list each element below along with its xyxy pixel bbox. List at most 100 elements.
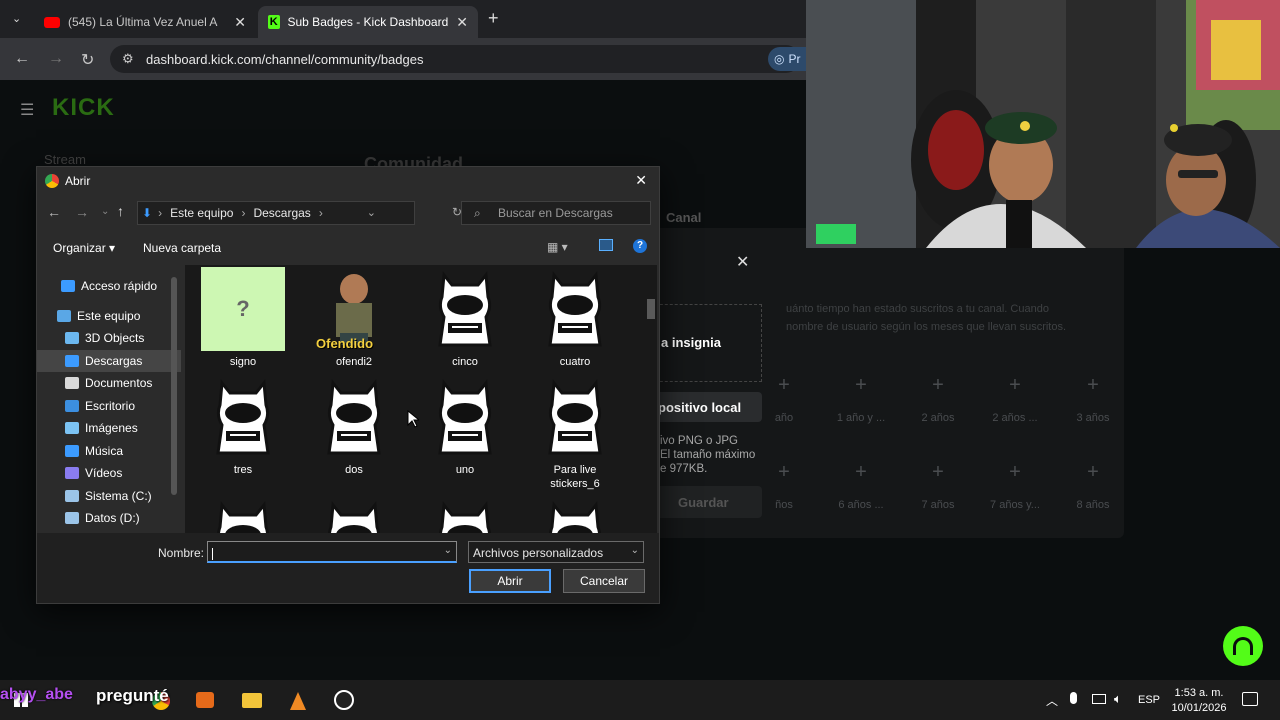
breadcrumb-este-equipo[interactable]: Este equipo <box>170 206 233 220</box>
tab-youtube[interactable]: (545) La Última Vez Anuel Aa Ft ✕ <box>34 6 256 38</box>
nav-item-label: Sistema (C:) <box>85 489 152 503</box>
forward-icon[interactable]: → <box>75 204 89 220</box>
microphone-icon[interactable] <box>1070 692 1077 704</box>
filename-field[interactable]: ⌄ <box>207 541 457 563</box>
file-scrollbar[interactable] <box>647 299 655 319</box>
close-modal-icon[interactable]: ✕ <box>736 252 749 272</box>
taskbar-fl-studio-icon[interactable] <box>290 692 306 710</box>
cancel-button[interactable]: Cancelar <box>563 569 645 593</box>
add-badge-icon[interactable]: + <box>985 461 1045 484</box>
nav-item[interactable]: Escritorio <box>37 395 181 417</box>
kick-logo[interactable]: KICK <box>52 94 115 122</box>
organize-button[interactable]: Organizar ▾ <box>53 241 115 255</box>
file-item[interactable]: tres <box>195 375 291 477</box>
nav-item[interactable]: Imágenes <box>37 417 181 439</box>
nav-item[interactable]: 3D Objects <box>37 327 181 349</box>
close-dialog-icon[interactable]: ✕ <box>635 172 647 189</box>
back-icon[interactable]: ← <box>14 50 30 68</box>
close-tab-icon[interactable]: ✕ <box>456 14 468 31</box>
badge-tier-label: 1 año y ... <box>836 412 886 424</box>
path-dropdown-icon[interactable]: ⌄ <box>367 206 376 219</box>
back-icon[interactable]: ← <box>47 204 61 220</box>
format-line: El tamaño máximo <box>660 449 756 461</box>
sidebar-item-stream[interactable]: Stream <box>44 152 86 167</box>
add-badge-icon[interactable]: + <box>908 374 968 397</box>
nav-item-label: Documentos <box>85 376 153 390</box>
new-folder-button[interactable]: Nueva carpeta <box>143 241 221 255</box>
file-name: cuatro <box>559 356 591 368</box>
support-chat-button[interactable] <box>1223 626 1263 666</box>
network-icon[interactable] <box>1092 694 1106 704</box>
forward-icon[interactable]: → <box>48 50 64 68</box>
search-input[interactable]: ⌕ Buscar en Descargas <box>461 201 651 225</box>
filetype-select[interactable]: Archivos personalizados ⌄ <box>468 541 644 563</box>
nav-item[interactable]: Datos (D:) <box>37 507 181 529</box>
add-badge-icon[interactable]: + <box>1063 374 1123 397</box>
search-icon: ⌕ <box>474 206 481 220</box>
nav-item[interactable]: Documentos <box>37 372 181 394</box>
open-file-dialog: Abrir ✕ ← → ⌄ ↑ ⬇ › Este equipo › Descar… <box>36 166 660 604</box>
nav-item[interactable]: Acceso rápido <box>37 275 181 297</box>
nav-item[interactable]: Este equipo <box>37 305 181 327</box>
notifications-icon[interactable] <box>1242 692 1258 706</box>
menu-icon[interactable]: ☰ <box>20 100 34 120</box>
file-item[interactable]: Ofendido ofendi2 <box>306 267 402 369</box>
file-thumbnail-question: ? <box>201 267 285 351</box>
view-options-icon[interactable]: ▦ ▾ <box>547 240 568 254</box>
add-badge-icon[interactable]: + <box>831 461 891 484</box>
file-item[interactable]: dos <box>306 375 402 477</box>
format-line: ivo PNG o JPG <box>660 435 738 447</box>
file-item-partial[interactable] <box>417 497 513 533</box>
nav-scrollbar[interactable] <box>171 277 177 495</box>
file-list: ? signo Ofendido ofendi2 cinco cuatro tres dos u… <box>185 265 657 533</box>
file-item-partial[interactable] <box>195 497 291 533</box>
volume-icon[interactable]: 🔈︎ <box>1114 691 1122 707</box>
recent-locations-chevron-icon[interactable]: ⌄ <box>101 206 109 217</box>
open-button[interactable]: Abrir <box>469 569 551 593</box>
nav-item-label: Imágenes <box>85 421 138 435</box>
nav-item[interactable]: Música <box>37 440 181 462</box>
tab-kick-dashboard[interactable]: K Sub Badges - Kick Dashboard ✕ <box>258 6 478 38</box>
badge-tier-label: 6 años ... <box>838 499 884 511</box>
file-name: dos <box>345 464 363 476</box>
clock[interactable]: 1:53 a. m. 10/01/2026 <box>1166 686 1232 716</box>
add-badge-icon[interactable]: + <box>831 374 891 397</box>
close-tab-icon[interactable]: ✕ <box>234 14 246 31</box>
file-item-partial[interactable] <box>306 497 402 533</box>
filename-dropdown-icon[interactable]: ⌄ <box>444 545 452 556</box>
taskbar-obs-icon[interactable] <box>334 690 354 710</box>
file-item[interactable]: ? signo <box>195 267 291 369</box>
extension-button[interactable]: ◎ Pr <box>768 47 806 71</box>
badge-tier-label: 2 años ... <box>992 412 1038 424</box>
add-badge-icon[interactable]: + <box>908 461 968 484</box>
taskbar-explorer-icon[interactable] <box>242 693 262 708</box>
nav-item[interactable]: Descargas <box>37 350 181 372</box>
site-settings-icon[interactable]: ⚙ <box>122 51 134 67</box>
preview-pane-icon[interactable] <box>599 239 613 251</box>
reload-icon[interactable]: ↻ <box>81 50 94 70</box>
nav-item[interactable]: Vídeos <box>37 462 181 484</box>
file-item[interactable]: Para live stickers_6 <box>527 375 623 491</box>
file-item-partial[interactable] <box>527 497 623 533</box>
taskbar-media-icon[interactable] <box>196 692 214 708</box>
add-badge-icon[interactable]: + <box>985 374 1045 397</box>
language-indicator[interactable]: ESP <box>1138 694 1160 706</box>
new-tab-icon[interactable]: + <box>488 8 499 29</box>
nav-item[interactable]: Sistema (C:) <box>37 485 181 507</box>
add-badge-icon[interactable]: + <box>1063 461 1123 484</box>
address-bar[interactable]: ⚙ dashboard.kick.com/channel/community/b… <box>110 45 800 73</box>
tab-list-chevron-icon[interactable]: ⌄ <box>12 12 21 25</box>
up-folder-icon[interactable]: ↑ <box>117 203 124 219</box>
add-badge-icon[interactable]: + <box>754 374 814 397</box>
open-label: Abrir <box>497 574 523 588</box>
help-icon[interactable]: ? <box>633 239 647 253</box>
path-bar[interactable]: ⬇ › Este equipo › Descargas › ⌄ ↻ <box>137 201 462 225</box>
downloads-path-icon: ⬇ <box>142 206 153 220</box>
file-item[interactable]: uno <box>417 375 513 477</box>
file-item[interactable]: cuatro <box>527 267 623 369</box>
clock-time: 1:53 a. m. <box>1174 687 1224 699</box>
breadcrumb-descargas[interactable]: Descargas <box>253 206 310 220</box>
add-badge-icon[interactable]: + <box>754 461 814 484</box>
tray-chevron-icon[interactable]: ︿ <box>1046 692 1058 709</box>
file-item[interactable]: cinco <box>417 267 513 369</box>
